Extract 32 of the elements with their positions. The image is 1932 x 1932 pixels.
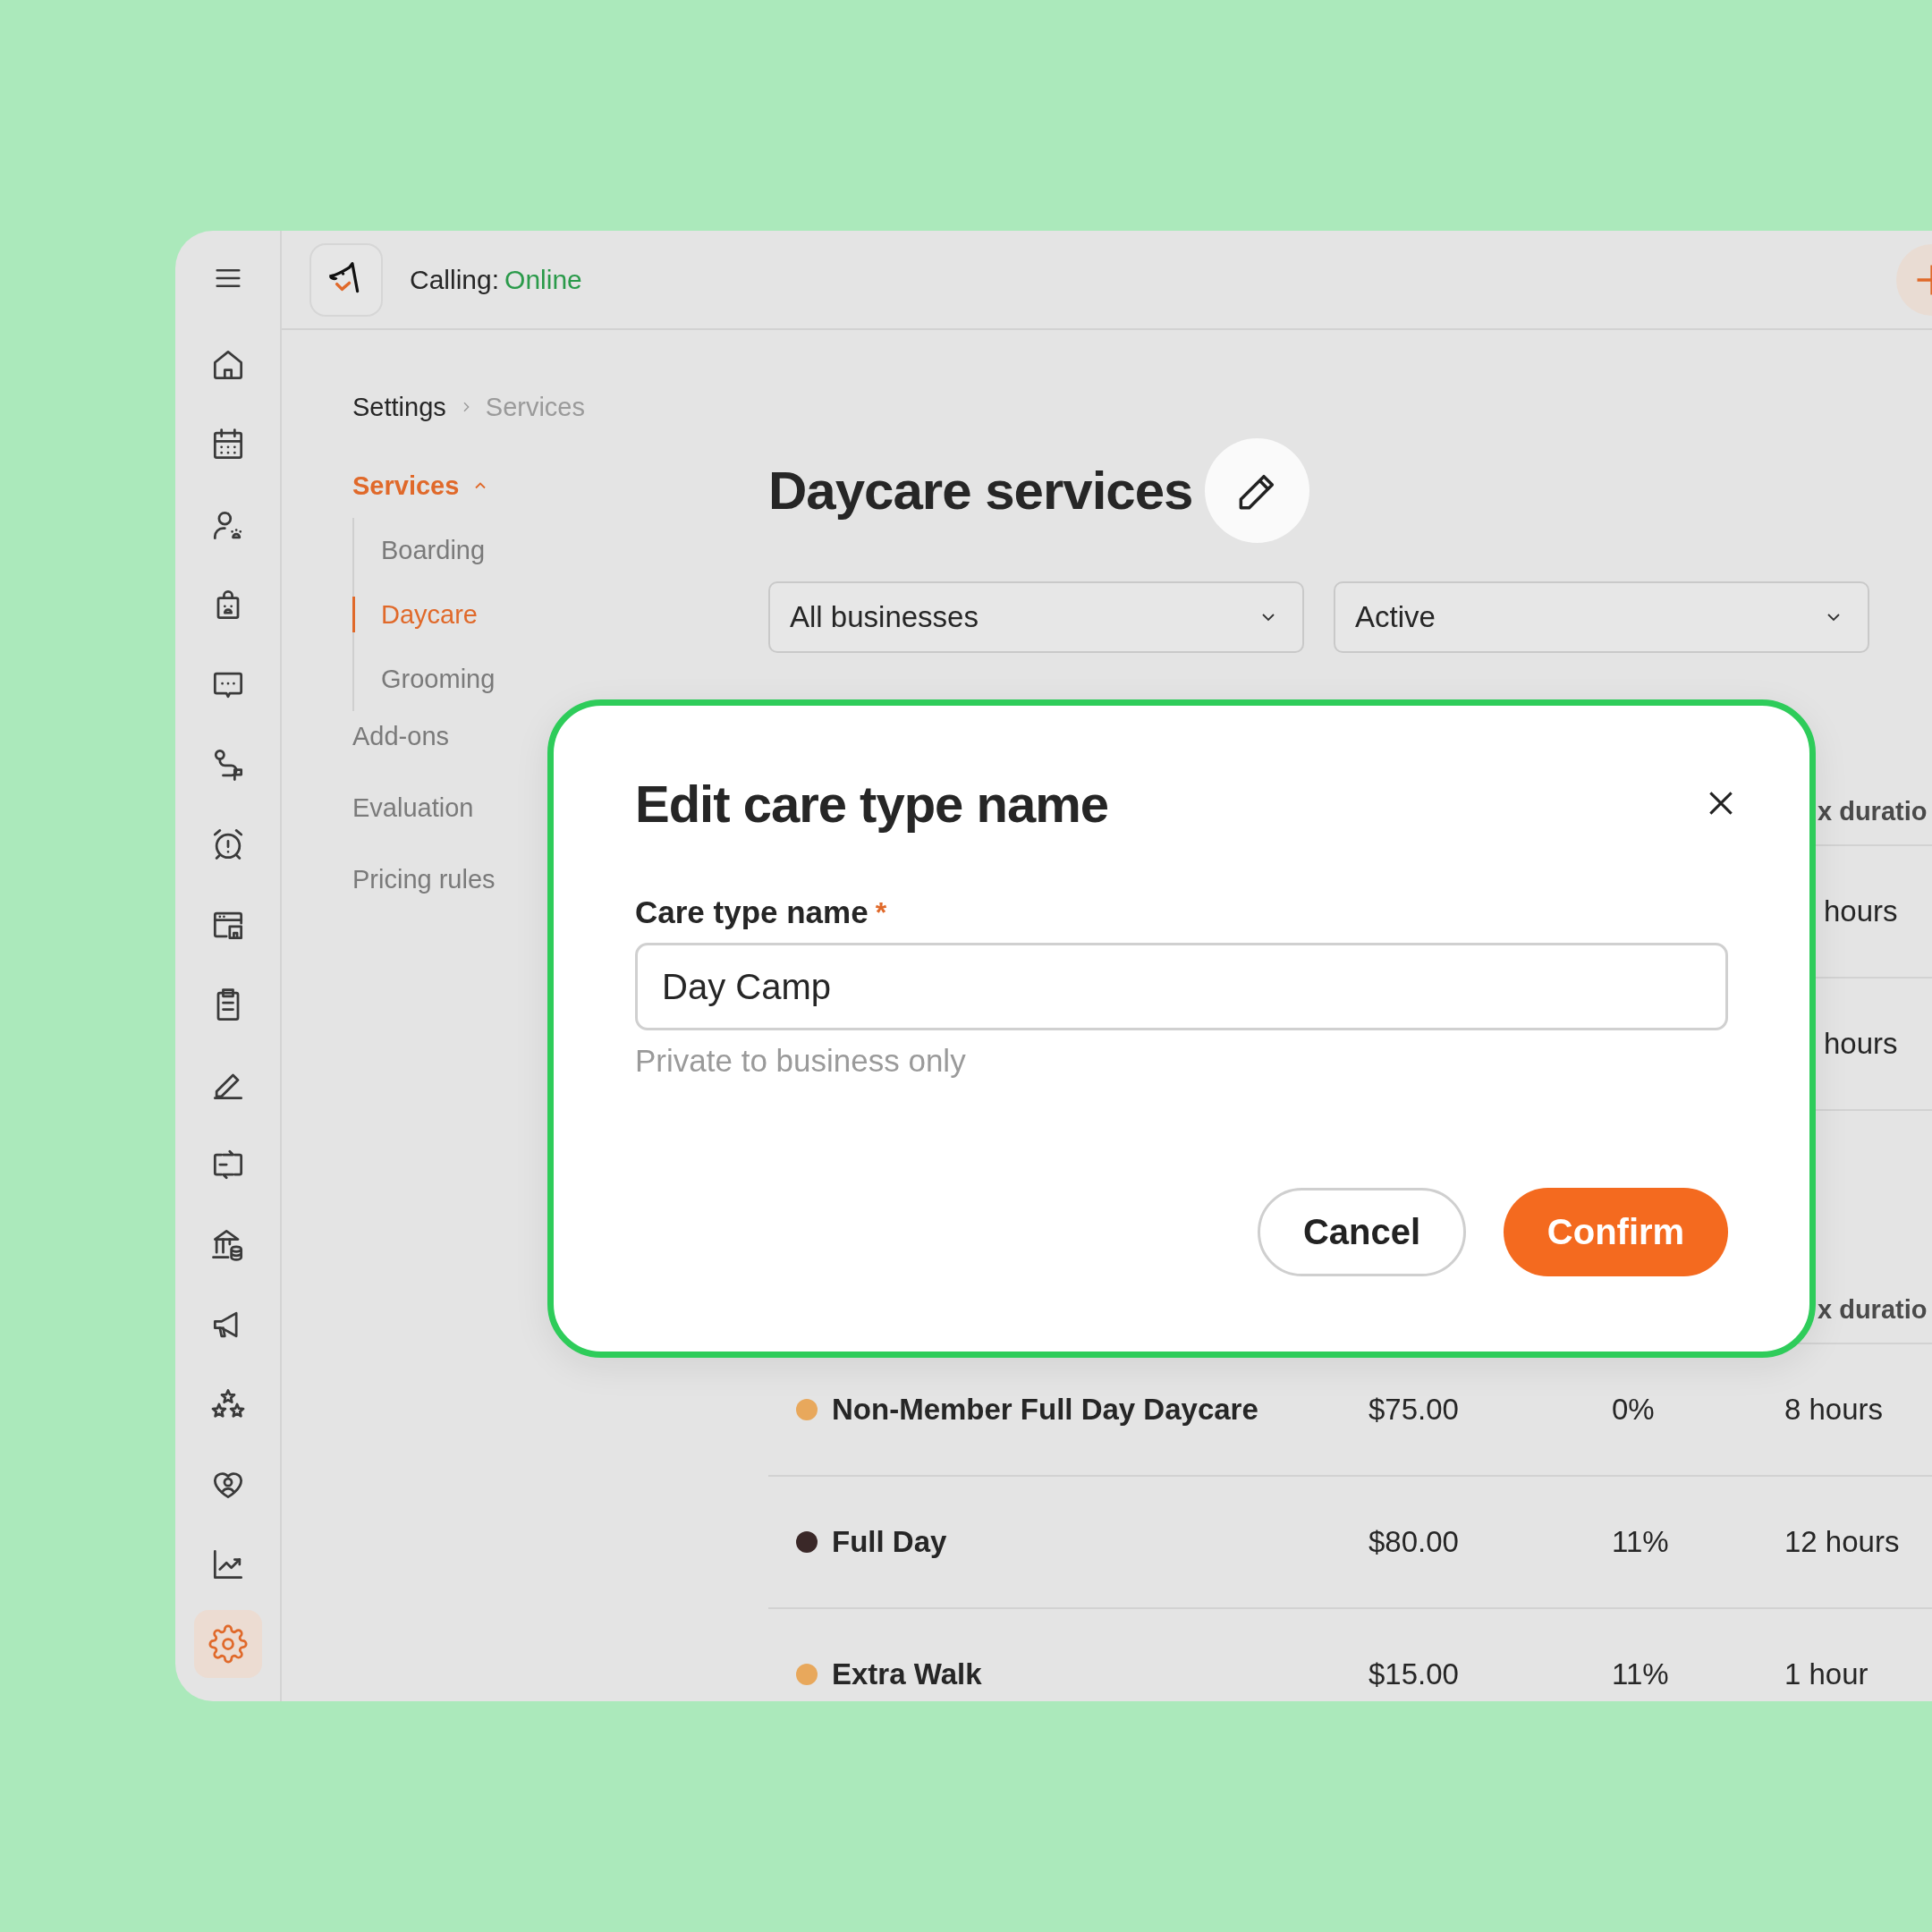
duration-cell-text: hours	[1823, 1027, 1899, 1061]
breadcrumb-current: Services	[485, 392, 585, 422]
breadcrumb-link[interactable]: Settings	[352, 392, 446, 422]
field-hint: Private to business only	[635, 1043, 967, 1079]
duration-cell-text: hours	[1823, 894, 1899, 928]
duration-cell-text: 12 hours	[1784, 1525, 1901, 1559]
calling-status: Online	[504, 264, 582, 295]
price-cell-text: $75.00	[1368, 1393, 1460, 1427]
dialog-title: Edit care type name	[635, 773, 1108, 834]
price-cell-text: $80.00	[1368, 1525, 1460, 1559]
price-cell-text: $15.00	[1368, 1657, 1460, 1691]
cancel-button[interactable]: Cancel	[1258, 1188, 1466, 1276]
duration-cell-text: 8 hours	[1784, 1393, 1885, 1427]
required-mark: *	[875, 895, 887, 929]
column-header: x duratio	[1817, 1294, 1928, 1325]
filter-dropdown[interactable]: Active	[1334, 581, 1869, 653]
column-header: x duratio	[1817, 796, 1928, 826]
calling-label: Calling:	[410, 264, 500, 295]
tax-cell-text: 11%	[1612, 1525, 1670, 1559]
name-input[interactable]: Day Camp	[635, 943, 1728, 1030]
field-label: Care type name	[635, 894, 869, 930]
page-title: Daycare services	[768, 460, 1193, 521]
settings-icon	[208, 1624, 248, 1665]
tax-cell-text: 11%	[1612, 1657, 1670, 1691]
logo-badge[interactable]	[309, 242, 383, 317]
duration-cell-text: 1 hour	[1784, 1657, 1869, 1691]
tax-cell-text: 0%	[1612, 1393, 1656, 1427]
service-name: Extra Walk	[832, 1657, 982, 1691]
service-name: Non-Member Full Day Daycare	[832, 1393, 1258, 1427]
confirm-button[interactable]: Confirm	[1504, 1188, 1728, 1276]
service-name: Full Day	[832, 1525, 947, 1559]
filter-dropdown[interactable]: All businesses	[768, 581, 1304, 653]
